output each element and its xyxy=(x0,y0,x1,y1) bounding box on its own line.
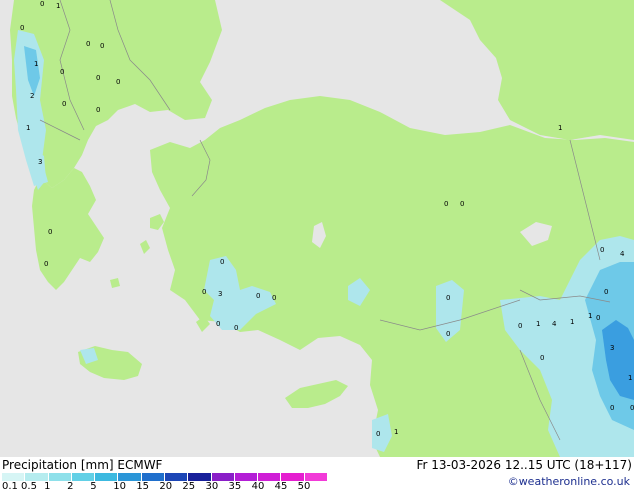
legend-label: 50 xyxy=(297,481,311,492)
map-value-label: 0 xyxy=(100,42,104,50)
legend-swatch xyxy=(304,473,328,481)
legend-colorbar xyxy=(2,473,328,481)
map-value-label: 0 xyxy=(256,292,260,300)
map-value-label: 0 xyxy=(596,314,600,322)
map-value-label: 0 xyxy=(600,246,604,254)
map-value-label: 0 xyxy=(96,74,100,82)
map-value-label: 3 xyxy=(218,290,222,298)
map-value-label: 0 xyxy=(376,430,380,438)
map-value-label: 0 xyxy=(220,258,224,266)
map-value-label: 0 xyxy=(272,294,276,302)
map-value-label: 0 xyxy=(234,324,238,332)
footer: Precipitation [mm] ECMWF Fr 13-03-2026 1… xyxy=(0,457,634,492)
legend-swatch xyxy=(2,473,26,481)
map-value-label: 1 xyxy=(34,60,38,68)
legend-label: 30 xyxy=(205,481,219,492)
legend-swatch xyxy=(211,473,235,481)
map-value-label: 1 xyxy=(558,124,562,132)
legend-swatch xyxy=(25,473,49,481)
legend-label: 0.5 xyxy=(21,481,37,492)
map-value-label: 0 xyxy=(48,228,52,236)
map-value-label: 0 xyxy=(460,200,464,208)
map-value-label: 0 xyxy=(630,404,634,412)
legend-swatch xyxy=(258,473,282,481)
map-value-label: 0 xyxy=(96,106,100,114)
legend-label: 25 xyxy=(182,481,196,492)
legend-label: 5 xyxy=(90,481,97,492)
map-value-label: 0 xyxy=(444,200,448,208)
map-value-label: 1 xyxy=(536,320,540,328)
legend-label: 15 xyxy=(136,481,150,492)
legend-swatch xyxy=(281,473,305,481)
map-value-label: 1 xyxy=(588,312,592,320)
map-value-label: 0 xyxy=(20,24,24,32)
map-value-label: 0 xyxy=(86,40,90,48)
map-value-label: 0 xyxy=(518,322,522,330)
legend-swatch xyxy=(48,473,72,481)
legend-label: 45 xyxy=(274,481,288,492)
legend-swatch xyxy=(95,473,119,481)
precipitation-map: 0101002000130000003000000001014110431000… xyxy=(0,0,634,492)
legend-swatch xyxy=(71,473,96,481)
legend-label: 40 xyxy=(251,481,265,492)
legend-swatch xyxy=(234,473,259,481)
map-value-label: 0 xyxy=(604,288,608,296)
map-title: Precipitation [mm] ECMWF xyxy=(2,458,163,472)
legend-swatch xyxy=(141,473,165,481)
map-value-label: 0 xyxy=(62,100,66,108)
map-value-label: 1 xyxy=(394,428,398,436)
map-value-label: 0 xyxy=(60,68,64,76)
map-value-label: 0 xyxy=(610,404,614,412)
legend-swatch xyxy=(118,473,142,481)
map-value-label: 0 xyxy=(216,320,220,328)
map-value-label: 0 xyxy=(202,288,206,296)
map-value-label: 0 xyxy=(446,294,450,302)
legend-label: 20 xyxy=(159,481,173,492)
map-value-label: 3 xyxy=(38,158,42,166)
legend-swatch xyxy=(188,473,212,481)
map-value-label: 1 xyxy=(628,374,632,382)
map-value-label: 2 xyxy=(30,92,34,100)
map-value-label: 4 xyxy=(620,250,625,258)
map-value-label: 3 xyxy=(610,344,614,352)
legend-label: 2 xyxy=(67,481,74,492)
map-value-label: 1 xyxy=(570,318,574,326)
map-value-label: 0 xyxy=(540,354,544,362)
map-value-label: 0 xyxy=(116,78,120,86)
legend-swatch xyxy=(164,473,189,481)
map-value-label: 0 xyxy=(446,330,450,338)
map-value-label: 1 xyxy=(26,124,30,132)
map-canvas: 0 10100200 013000000 3 0 000000 010 1 4 110 43100 0… xyxy=(0,0,634,457)
map-value-label: 4 xyxy=(552,320,557,328)
credit-link[interactable]: ©weatheronline.co.uk xyxy=(508,475,630,488)
legend-label: 10 xyxy=(113,481,126,492)
map-value-label: 0 xyxy=(44,260,48,268)
map-value-label: 0 xyxy=(40,0,44,8)
legend-label: 0.1 xyxy=(2,481,18,492)
valid-time: Fr 13-03-2026 12..15 UTC (18+117) xyxy=(416,458,632,472)
legend-label: 1 xyxy=(44,481,51,492)
map-value-label: 1 xyxy=(56,2,60,10)
legend-label: 35 xyxy=(228,481,242,492)
